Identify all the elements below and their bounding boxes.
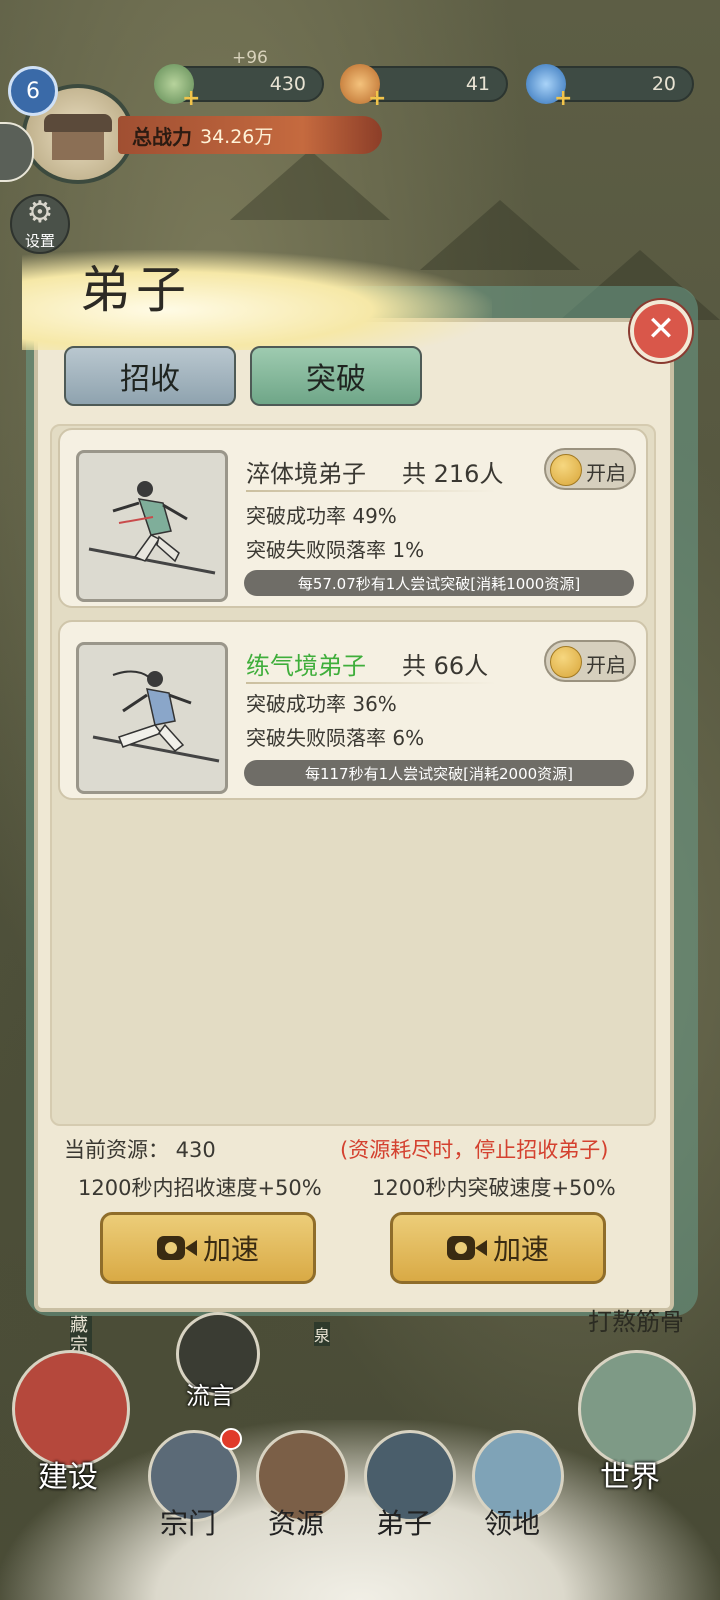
break-speedup-button[interactable]: 加速 <box>390 1212 606 1284</box>
resource-delta: +96 <box>232 48 268 68</box>
disciple-portrait <box>76 450 228 602</box>
video-camera-icon <box>446 1234 487 1262</box>
toggle-knob <box>550 646 582 678</box>
gear-icon: ⚙ <box>26 195 54 230</box>
disciple-realm-name: 练气境弟子 <box>246 652 366 680</box>
current-resource: 当前资源： 430 <box>64 1138 216 1162</box>
add-icon[interactable]: + <box>554 86 572 111</box>
resource-crystal[interactable]: + 20 <box>526 64 694 111</box>
power-label: 总战力 <box>132 124 192 149</box>
resource-value: 20 <box>651 73 676 95</box>
settings-label: 设置 <box>24 232 55 250</box>
power-value: 34.26万 <box>200 125 274 148</box>
resource-value: 41 <box>465 73 490 95</box>
sect-hall-icon <box>52 132 104 160</box>
rumor-label: 流言 <box>186 1382 234 1410</box>
build-label: 建设 <box>38 1460 98 1495</box>
resource-warning: (资源耗尽时，停止招收弟子) <box>340 1138 609 1162</box>
build-button[interactable] <box>12 1350 130 1468</box>
auto-break-toggle[interactable]: 开启 <box>544 640 636 682</box>
sect-roof-icon <box>44 114 112 132</box>
tab-recruit[interactable]: 招收 <box>64 346 236 406</box>
nav-resource[interactable]: 资源 <box>268 1502 324 1542</box>
disciple-count: 共 66人 <box>402 652 489 680</box>
fall-rate: 突破失败陨落率 6% <box>246 726 425 750</box>
success-rate: 突破成功率 36% <box>246 692 397 716</box>
recruit-speed-bonus: 1200秒内招收速度+50% <box>78 1176 322 1200</box>
add-icon[interactable]: + <box>182 86 200 111</box>
list-item: 练气境弟子 共 66人 突破成功率 36% 突破失败陨落率 6% 开启 每117… <box>58 620 648 800</box>
list-item: 淬体境弟子 共 216人 突破成功率 49% 突破失败陨落率 1% 开启 每57… <box>58 428 648 608</box>
map-label-quan: 泉 <box>314 1322 331 1346</box>
break-speed-bonus: 1200秒内突破速度+50% <box>372 1176 616 1200</box>
toggle-knob <box>550 454 582 486</box>
settings-button[interactable]: ⚙ 设置 <box>10 194 70 254</box>
success-rate: 突破成功率 49% <box>246 504 397 528</box>
divider <box>246 490 496 492</box>
swordsman-icon <box>88 481 216 575</box>
resource-value: 430 <box>269 73 306 95</box>
disciple-portrait <box>76 642 228 794</box>
video-camera-icon <box>156 1234 197 1262</box>
total-power-banner: 总战力 34.26万 <box>118 116 382 154</box>
resource-ore[interactable]: + 41 <box>340 64 508 111</box>
resource-spirit-stone[interactable]: + 430 <box>154 64 324 111</box>
fall-rate: 突破失败陨落率 1% <box>246 538 425 562</box>
panel-title: 弟子 <box>80 261 192 319</box>
nav-sect[interactable]: 宗门 <box>160 1502 216 1542</box>
disciple-count: 共 216人 <box>402 460 504 488</box>
breakthrough-info-bar: 每57.07秒有1人尝试突破[消耗1000资源] <box>244 570 634 596</box>
toggle-label: 开启 <box>586 461 626 485</box>
speedup-label: 加速 <box>202 1233 259 1266</box>
world-label: 世界 <box>600 1460 660 1495</box>
world-button[interactable] <box>578 1350 696 1468</box>
map-label-training: 打熬筋骨 <box>588 1308 684 1336</box>
divider <box>246 682 496 684</box>
nav-territory[interactable]: 领地 <box>484 1502 540 1542</box>
disciple-realm-name: 淬体境弟子 <box>246 460 366 488</box>
recruit-speedup-button[interactable]: 加速 <box>100 1212 316 1284</box>
close-icon: ✕ <box>646 309 676 349</box>
nav-disciple[interactable]: 弟子 <box>376 1502 432 1542</box>
breakthrough-info-bar: 每117秒有1人尝试突破[消耗2000资源] <box>244 760 634 786</box>
toggle-label: 开启 <box>586 653 626 677</box>
speedup-label: 加速 <box>492 1233 549 1266</box>
tab-breakthrough[interactable]: 突破 <box>250 346 422 406</box>
add-icon[interactable]: + <box>368 86 386 111</box>
mountain-decoration <box>230 150 390 220</box>
close-button[interactable]: ✕ <box>630 300 692 362</box>
auto-break-toggle[interactable]: 开启 <box>544 448 636 490</box>
notification-dot <box>220 1428 242 1450</box>
swordsman-icon <box>92 670 220 763</box>
level-badge: 6 <box>8 66 58 116</box>
